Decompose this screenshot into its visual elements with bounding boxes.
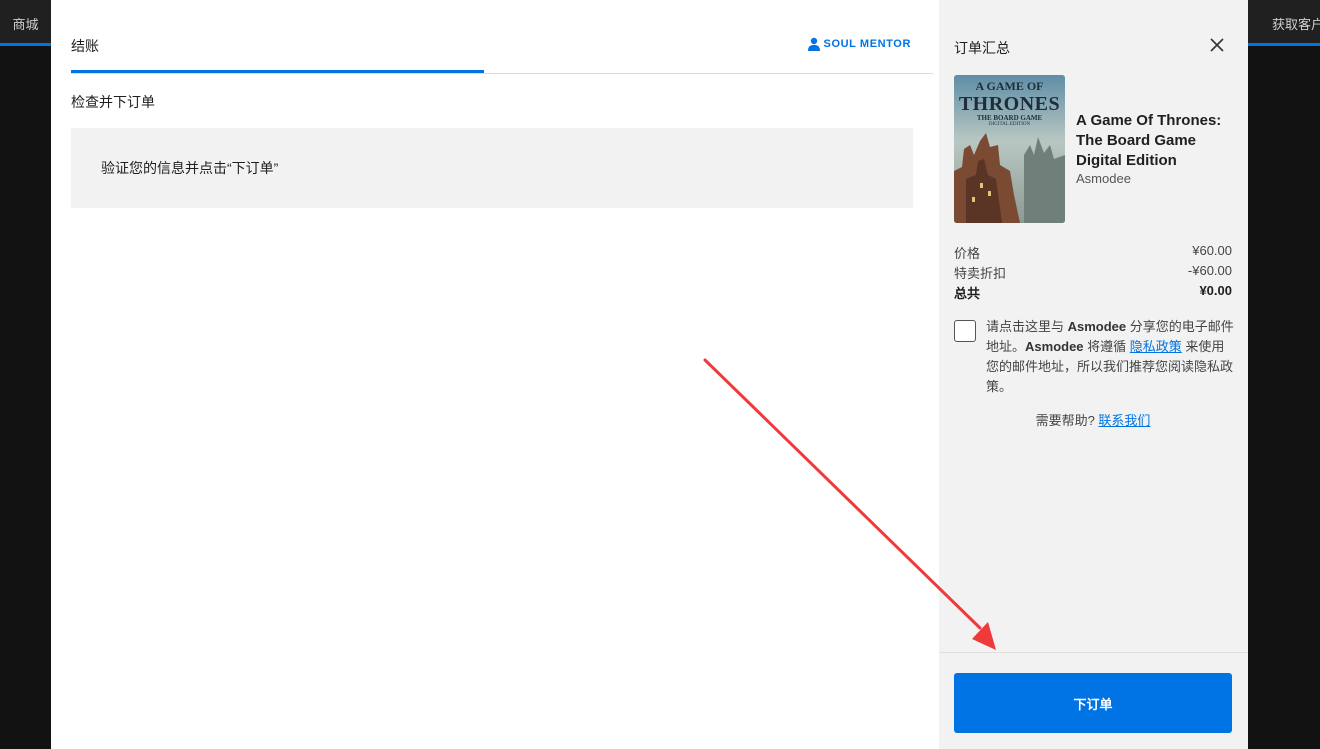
section-title: 检查并下订单 xyxy=(71,94,155,110)
price-value: ¥60.00 xyxy=(1192,243,1232,258)
info-message: 验证您的信息并点击“下订单” xyxy=(101,160,279,176)
tab-checkout[interactable]: 结账 xyxy=(71,36,99,56)
store-nav-label: 商城 xyxy=(12,16,39,32)
cover-edition: DIGITAL EDITION xyxy=(988,122,1031,127)
info-box: 验证您的信息并点击“下订单” xyxy=(71,128,913,208)
product-cover-image: A GAME OF THRONES THE BOARD GAME DIGITAL… xyxy=(954,75,1065,223)
product-publisher: Asmodee xyxy=(1076,171,1131,186)
total-value: ¥0.00 xyxy=(1199,283,1232,298)
discount-value: -¥60.00 xyxy=(1187,263,1232,278)
consent-text-part: 将遵循 xyxy=(1083,339,1130,354)
product-name-line: A Game Of Thrones: xyxy=(1076,112,1222,129)
discount-row: 特卖折扣 -¥60.00 xyxy=(954,263,1232,283)
order-summary-panel: 订单汇总 A GAME OF THRONES THE BOARD GAME DI… xyxy=(939,0,1248,749)
checkout-tabbar: 结账 SOUL MENTOR xyxy=(71,0,933,74)
user-account-link[interactable]: SOUL MENTOR xyxy=(807,37,911,51)
consent-brand: Asmodee xyxy=(1025,339,1084,354)
email-consent-checkbox[interactable] xyxy=(954,320,976,342)
privacy-policy-link[interactable]: 隐私政策 xyxy=(1130,339,1182,354)
close-button[interactable] xyxy=(1205,34,1229,56)
tab-active-indicator xyxy=(71,70,484,73)
summary-title: 订单汇总 xyxy=(954,40,1010,56)
consent-brand: Asmodee xyxy=(1067,319,1127,334)
total-label: 总共 xyxy=(954,286,981,301)
get-client-button[interactable]: 获取客户端 xyxy=(1248,0,1320,46)
product-name-line: The Board Game xyxy=(1076,132,1197,149)
email-consent-text: 请点击这里与 Asmodee 分享您的电子邮件地址。Asmodee 将遵循 隐私… xyxy=(986,317,1234,397)
product-name-line: Digital Edition xyxy=(1076,152,1177,169)
store-nav-underline xyxy=(0,43,51,46)
user-icon xyxy=(807,37,820,51)
price-row: 价格 ¥60.00 xyxy=(954,243,1232,263)
screen: 商城 获取客户端 结账 SOUL MENTOR 检查并下订单 验证您的信息并点击… xyxy=(0,0,1320,749)
cover-top-line: A GAME OF xyxy=(975,79,1044,93)
price-label: 价格 xyxy=(954,246,981,261)
price-breakdown: 价格 ¥60.00 特卖折扣 -¥60.00 总共 ¥0.00 xyxy=(954,243,1232,303)
cover-sub-title: THE BOARD GAME xyxy=(976,114,1043,122)
get-client-label: 获取客户端 xyxy=(1272,16,1320,32)
help-text: 需要帮助? xyxy=(1035,413,1099,428)
consent-text-part: 请点击这里与 xyxy=(986,319,1068,334)
store-nav-tab[interactable]: 商城 xyxy=(0,0,51,46)
get-client-underline xyxy=(1248,43,1320,46)
close-icon xyxy=(1210,38,1224,52)
user-name: SOUL MENTOR xyxy=(823,38,911,50)
cover-main-title: THRONES xyxy=(958,93,1061,115)
contact-us-link[interactable]: 联系我们 xyxy=(1098,413,1150,428)
total-row: 总共 ¥0.00 xyxy=(954,283,1232,303)
summary-footer: 下订单 xyxy=(939,652,1248,749)
place-order-button[interactable]: 下订单 xyxy=(954,673,1232,733)
product-name: A Game Of Thrones: The Board Game Digita… xyxy=(1076,111,1246,171)
discount-label: 特卖折扣 xyxy=(954,266,1007,281)
checkout-panel: 结账 SOUL MENTOR 检查并下订单 验证您的信息并点击“下订单” xyxy=(51,0,939,749)
help-line: 需要帮助? 联系我们 xyxy=(954,410,1232,429)
